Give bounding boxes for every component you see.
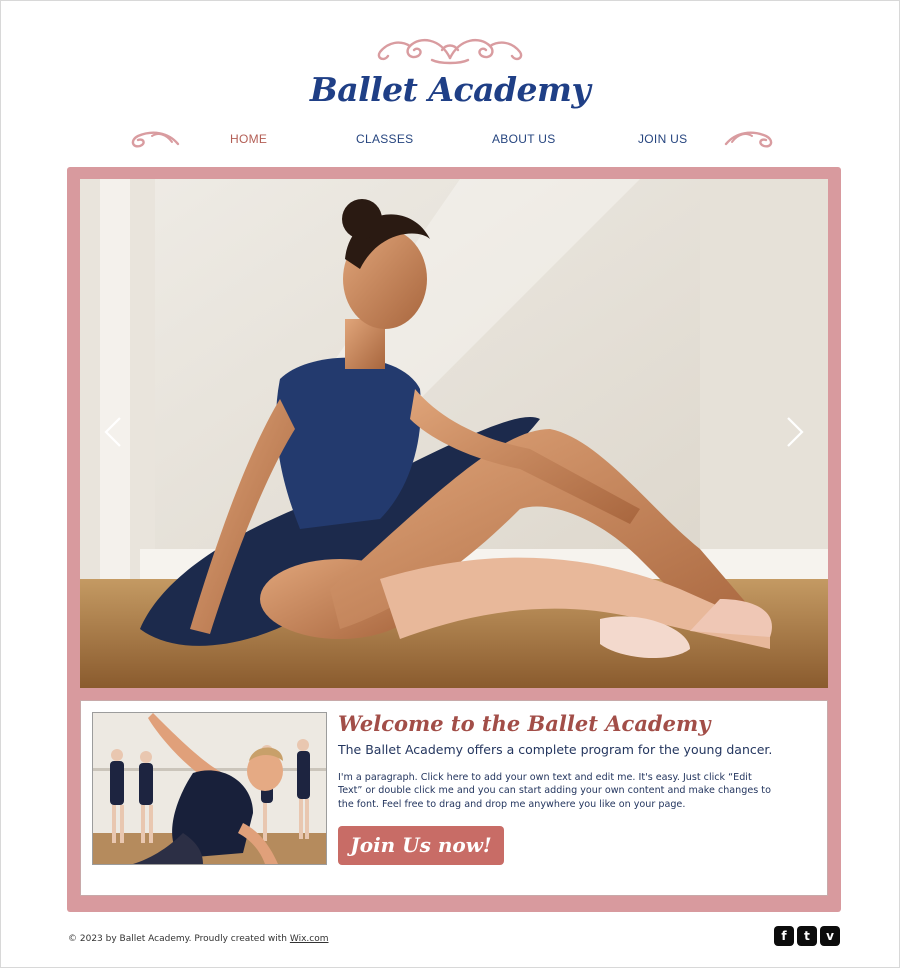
class-photo [92,712,327,865]
nav-swirl-left-icon [131,131,180,148]
join-us-now-button[interactable]: Join Us now! [338,826,504,865]
logo-title: Ballet Academy [309,70,591,109]
vimeo-icon[interactable]: v [820,926,840,946]
welcome-paragraph: I'm a paragraph. Click here to add your … [338,772,771,810]
welcome-title: Welcome to the Ballet Academy [338,711,711,736]
hero-image [80,179,828,688]
site-logo[interactable]: Ballet Academy [0,28,900,109]
nav-swirl-right-icon [724,131,773,148]
twitter-icon[interactable]: t [797,926,817,946]
nav-join-us[interactable]: JOIN US [638,132,687,146]
hero-slideshow[interactable] [80,179,828,688]
flourish-ornament-icon [377,38,523,65]
wix-link[interactable]: Wix.com [290,934,329,944]
copyright-text: © 2023 by Ballet Academy. Proudly create… [68,934,290,944]
nav-classes[interactable]: CLASSES [356,132,413,146]
welcome-subtitle: The Ballet Academy offers a complete pro… [338,742,773,757]
main-content-box: Welcome to the Ballet Academy The Ballet… [67,167,841,912]
slideshow-prev-button[interactable] [100,412,130,452]
facebook-icon[interactable]: f [774,926,794,946]
chevron-right-icon [787,417,804,447]
chevron-left-icon [104,417,121,447]
nav-about-us[interactable]: ABOUT US [492,132,556,146]
nav-home[interactable]: HOME [230,132,267,146]
footer-copyright: © 2023 by Ballet Academy. Proudly create… [68,934,329,944]
main-nav: HOME CLASSES ABOUT US JOIN US [0,122,900,154]
welcome-section: Welcome to the Ballet Academy The Ballet… [80,700,828,896]
slideshow-next-button[interactable] [778,412,808,452]
